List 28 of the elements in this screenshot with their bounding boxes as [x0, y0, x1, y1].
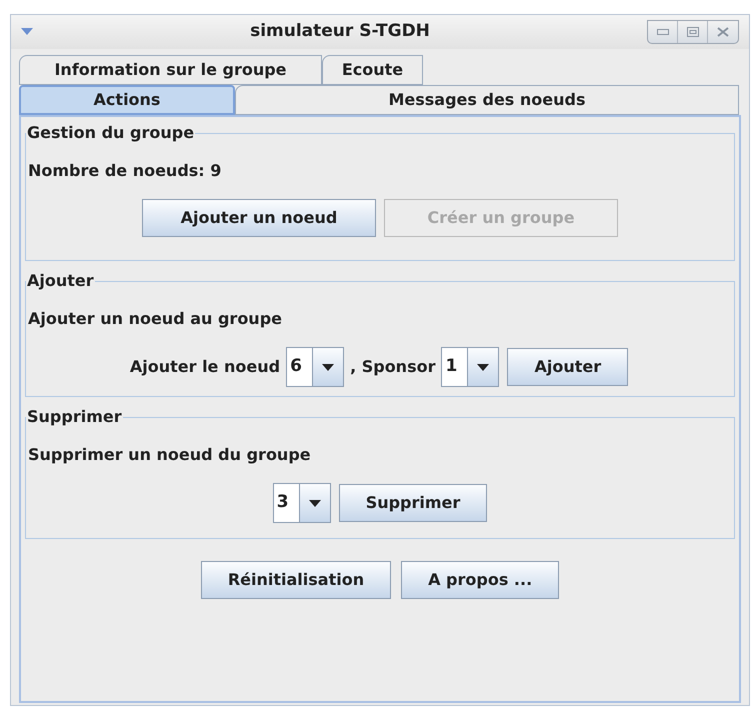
group-title: Gestion du groupe [26, 122, 196, 144]
label: , Sponsor [350, 356, 436, 378]
menu-icon[interactable] [21, 28, 33, 36]
button[interactable]: A propos ... [401, 561, 560, 599]
dropdown[interactable]: 6 [286, 347, 344, 387]
info-text: Nombre de noeuds: 9 [28, 160, 222, 182]
dropdown[interactable]: 1 [441, 347, 500, 387]
info-text: Supprimer un noeud du groupe [28, 444, 312, 466]
group-title: Supprimer [26, 406, 123, 428]
tab[interactable]: Messages des noeuds [235, 85, 739, 115]
caret-icon [477, 364, 490, 370]
button[interactable]: Ajouter [507, 348, 628, 386]
close-icon [717, 27, 729, 37]
label: Ajouter le noeud [130, 356, 280, 378]
group-title: Ajouter [26, 270, 95, 292]
caret-icon [308, 500, 321, 506]
tab[interactable]: Actions [19, 85, 235, 115]
minimize-icon [656, 29, 668, 35]
button[interactable]: Ajouter un noeud [142, 199, 376, 237]
button[interactable]: Supprimer [338, 484, 488, 522]
tab[interactable]: Ecoute [322, 55, 423, 85]
button[interactable]: Réinitialisation [200, 561, 392, 599]
tab[interactable]: Information sur le groupe [19, 55, 322, 85]
maximize-icon [686, 27, 698, 37]
dropdown[interactable]: 3 [272, 483, 331, 523]
caret-icon [322, 364, 334, 370]
window-title: simulateur S-TGDH [249, 20, 431, 44]
info-text: Ajouter un noeud au groupe [28, 308, 283, 330]
